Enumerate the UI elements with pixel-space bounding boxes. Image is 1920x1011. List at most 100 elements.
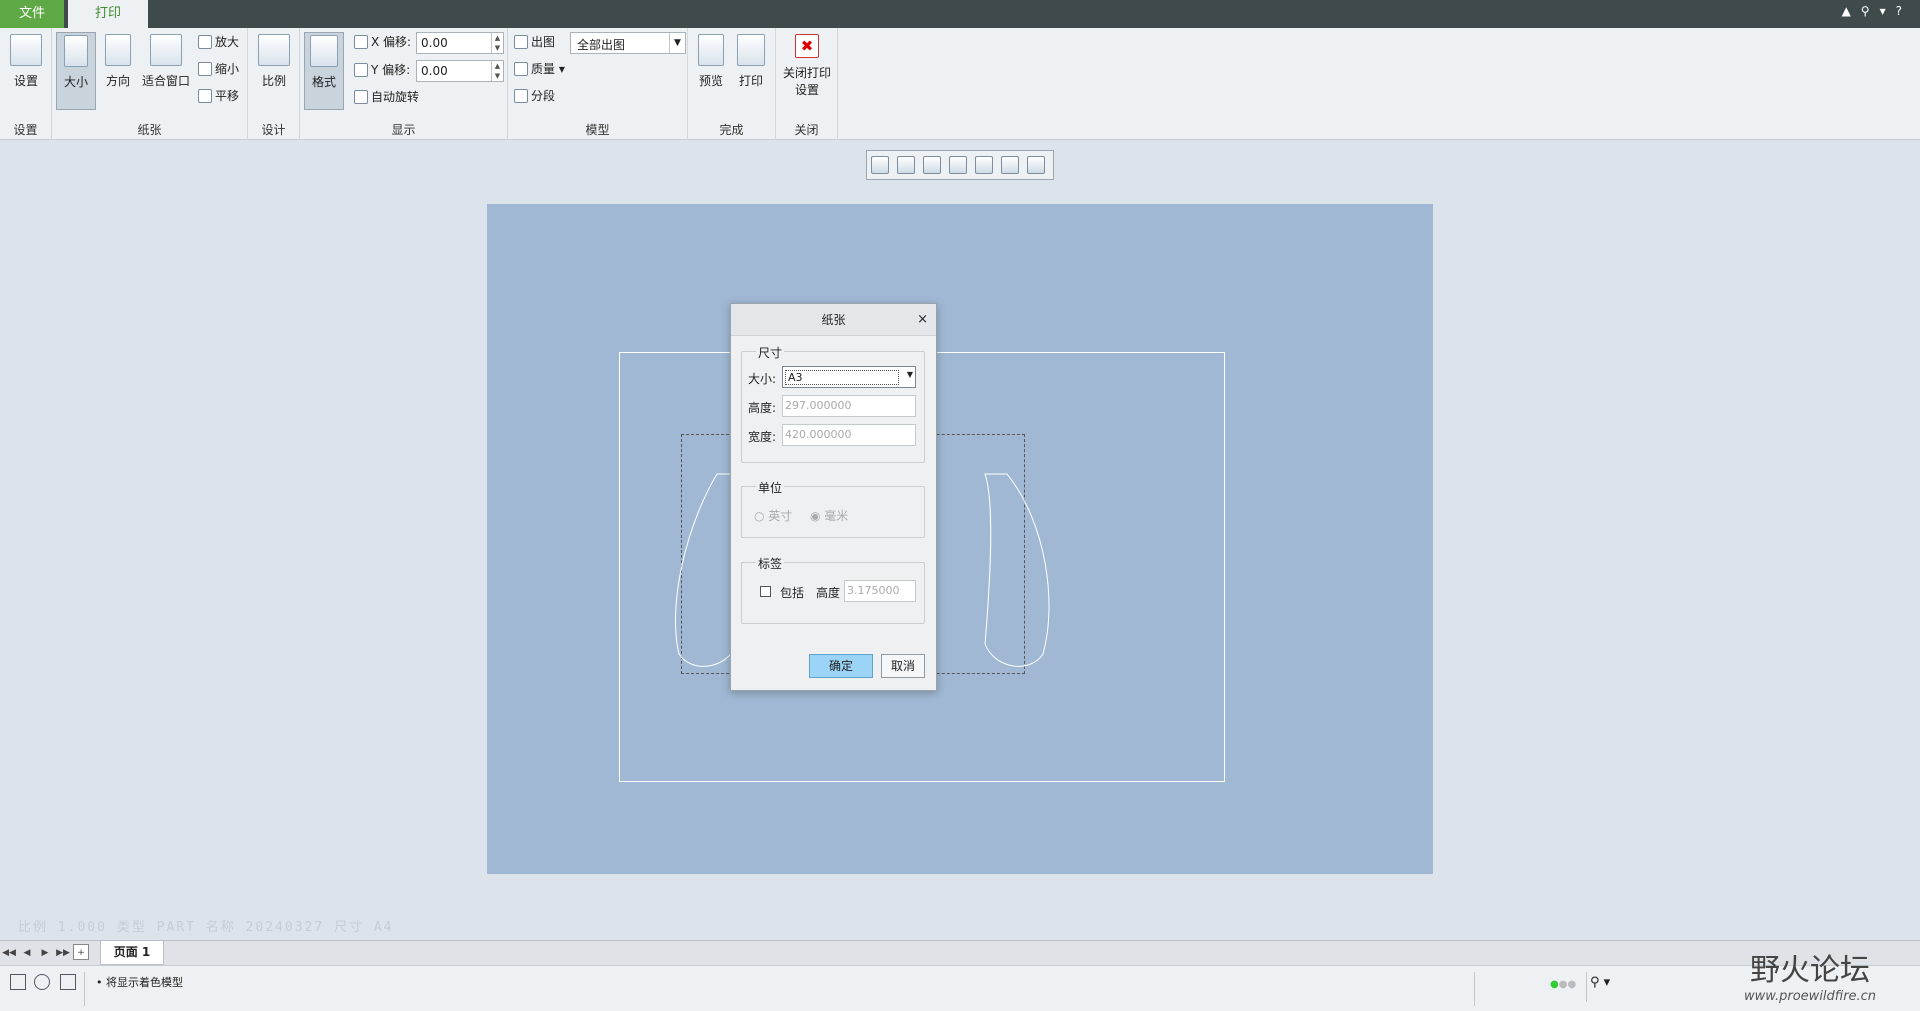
first-page-icon[interactable]: ◀◀ (1, 945, 17, 961)
preview-button[interactable]: 预览 (692, 32, 730, 110)
datum-display-icon[interactable] (1027, 156, 1045, 174)
size-label: 大小 (63, 75, 88, 89)
close-print-label-2: 设置 (794, 83, 819, 97)
close-print-settings-button[interactable]: ✖ 关闭打印 设置 (780, 32, 834, 118)
display-style-icon[interactable] (975, 156, 993, 174)
unit-fieldset: 单位 ○ 英寸 ◉ 毫米 (741, 479, 925, 538)
size-select[interactable]: A3 ▼ (782, 366, 916, 388)
height-field[interactable]: 297.000000 (782, 395, 916, 417)
auto-rotate-label: 自动旋转 (371, 90, 420, 104)
print-label: 打印 (738, 74, 763, 88)
include-checkbox[interactable] (760, 586, 771, 597)
saved-views-icon[interactable] (1001, 156, 1019, 174)
segment-button[interactable]: 分段 (514, 86, 555, 106)
zoom-out-button[interactable]: 缩小 (198, 59, 239, 79)
prev-page-icon[interactable]: ◀ (19, 945, 35, 961)
size-legend: 尺寸 (756, 344, 785, 361)
regen-status-icon: ●●● (1550, 979, 1577, 990)
chevron-down-icon[interactable]: ▼ (907, 370, 913, 379)
magnifier-icon (150, 34, 182, 66)
label-height-field[interactable]: 3.175000 (844, 580, 916, 602)
close-icon: ✖ (795, 34, 819, 58)
window-controls[interactable]: ▲⚲▾? (1842, 4, 1912, 18)
model-tree-icon[interactable] (10, 974, 26, 990)
close-print-label-1: 关闭打印 (782, 66, 831, 80)
group-model: 出图 全部出图 ▼ 质量 ▾ 分段 模型 (508, 28, 688, 140)
fit-window-label: 适合窗口 (141, 74, 190, 88)
x-offset-label-box: X 偏移: (354, 32, 411, 52)
last-page-icon[interactable]: ▶▶ (55, 945, 71, 961)
status-divider-right (1474, 972, 1475, 1006)
pan-icon (198, 89, 212, 103)
x-offset-icon (354, 35, 368, 49)
size-select-value: A3 (785, 370, 899, 385)
y-offset-input[interactable]: 0.00 ▲ ▼ (416, 60, 504, 82)
ok-button[interactable]: 确定 (809, 654, 873, 678)
zoom-out-icon (198, 62, 212, 76)
status-divider (84, 972, 85, 1006)
zoom-in-button[interactable]: 放大 (198, 32, 239, 52)
print-preview-canvas[interactable] (487, 204, 1433, 874)
close-icon[interactable]: × (917, 304, 928, 336)
forum-logo: 野火论坛 www.proewildfire.cn (1720, 945, 1900, 1007)
page-tab-1[interactable]: 页面 1 (100, 941, 164, 965)
group-finish: 预览 打印 完成 (688, 28, 776, 140)
unit-inch-radio[interactable]: ○ 英寸 (754, 507, 792, 524)
ribbon: 设置 设置 大小 方向 适合窗口 放大 缩小 平移 纸张 比例 设计 格式 X … (0, 28, 1920, 140)
find-icon[interactable]: ⚲ ▾ (1590, 975, 1610, 990)
group-label-model: 模型 (585, 123, 610, 137)
size-button[interactable]: 大小 (56, 32, 96, 110)
print-button[interactable]: 打印 (732, 32, 770, 110)
zoom-out-icon[interactable] (923, 156, 941, 174)
format-button[interactable]: 格式 (304, 32, 344, 110)
group-design: 比例 设计 (248, 28, 300, 140)
model-outline (674, 473, 1050, 667)
view-toolbar (866, 150, 1054, 180)
zoom-in-label: 放大 (215, 35, 240, 49)
fit-window-button[interactable]: 适合窗口 (140, 32, 192, 110)
x-offset-input[interactable]: 0.00 ▲ ▼ (416, 32, 504, 54)
size-label: 大小: (748, 372, 777, 386)
group-display: 格式 X 偏移: 0.00 ▲ ▼ Y 偏移: 0.00 ▲ ▼ 自动旋转 显示 (300, 28, 508, 140)
y-offset-spinner[interactable]: ▲ ▼ (491, 61, 503, 81)
settings-button[interactable]: 设置 (4, 32, 48, 110)
x-offset-spinner[interactable]: ▲ ▼ (491, 33, 503, 53)
unit-inch-label: 英寸 (768, 509, 793, 523)
group-settings: 设置 设置 (0, 28, 52, 140)
chevron-down-icon[interactable]: ▼ (669, 33, 685, 53)
next-page-icon[interactable]: ▶ (37, 945, 53, 961)
dialog-title: 纸张 (821, 313, 846, 327)
segment-icon (514, 89, 528, 103)
pan-label: 平移 (215, 89, 240, 103)
include-label: 包括 (780, 586, 805, 600)
status-bar: • 将显示着色模型 ●●● ⚲ ▾ (0, 965, 1920, 1011)
scale-button[interactable]: 比例 (252, 32, 296, 110)
browser-icon[interactable] (34, 974, 50, 990)
auto-rotate-button[interactable]: 自动旋转 (354, 87, 419, 107)
width-field[interactable]: 420.000000 (782, 424, 916, 446)
tab-file[interactable]: 文件 (0, 0, 64, 28)
zoom-in-icon[interactable] (897, 156, 915, 174)
orientation-button[interactable]: 方向 (100, 32, 136, 110)
quality-label: 质量 (531, 62, 556, 76)
cancel-button[interactable]: 取消 (881, 654, 925, 678)
quality-icon (514, 62, 528, 76)
y-offset-label-box: Y 偏移: (354, 60, 410, 80)
unit-mm-radio[interactable]: ◉ 毫米 (810, 507, 848, 524)
quality-button[interactable]: 质量 ▾ (514, 59, 565, 79)
fullscreen-icon[interactable] (60, 974, 76, 990)
pan-button[interactable]: 平移 (198, 86, 239, 106)
tab-print[interactable]: 打印 (68, 0, 148, 28)
height-label: 高度: (748, 401, 777, 415)
group-label-close: 关闭 (794, 123, 819, 137)
format-label: 格式 (311, 75, 336, 89)
label-fieldset: 标签 包括 高度 3.175000 (741, 555, 925, 624)
repaint-icon[interactable] (949, 156, 967, 174)
group-label-settings[interactable]: 设置 (0, 121, 51, 138)
plot-select[interactable]: 全部出图 ▼ (570, 32, 686, 54)
plot-button[interactable]: 出图 (514, 32, 555, 52)
label-height-label: 高度 (816, 586, 841, 600)
status-divider-2 (1586, 972, 1587, 1002)
refit-icon[interactable] (871, 156, 889, 174)
add-page-icon[interactable]: + (73, 944, 89, 960)
